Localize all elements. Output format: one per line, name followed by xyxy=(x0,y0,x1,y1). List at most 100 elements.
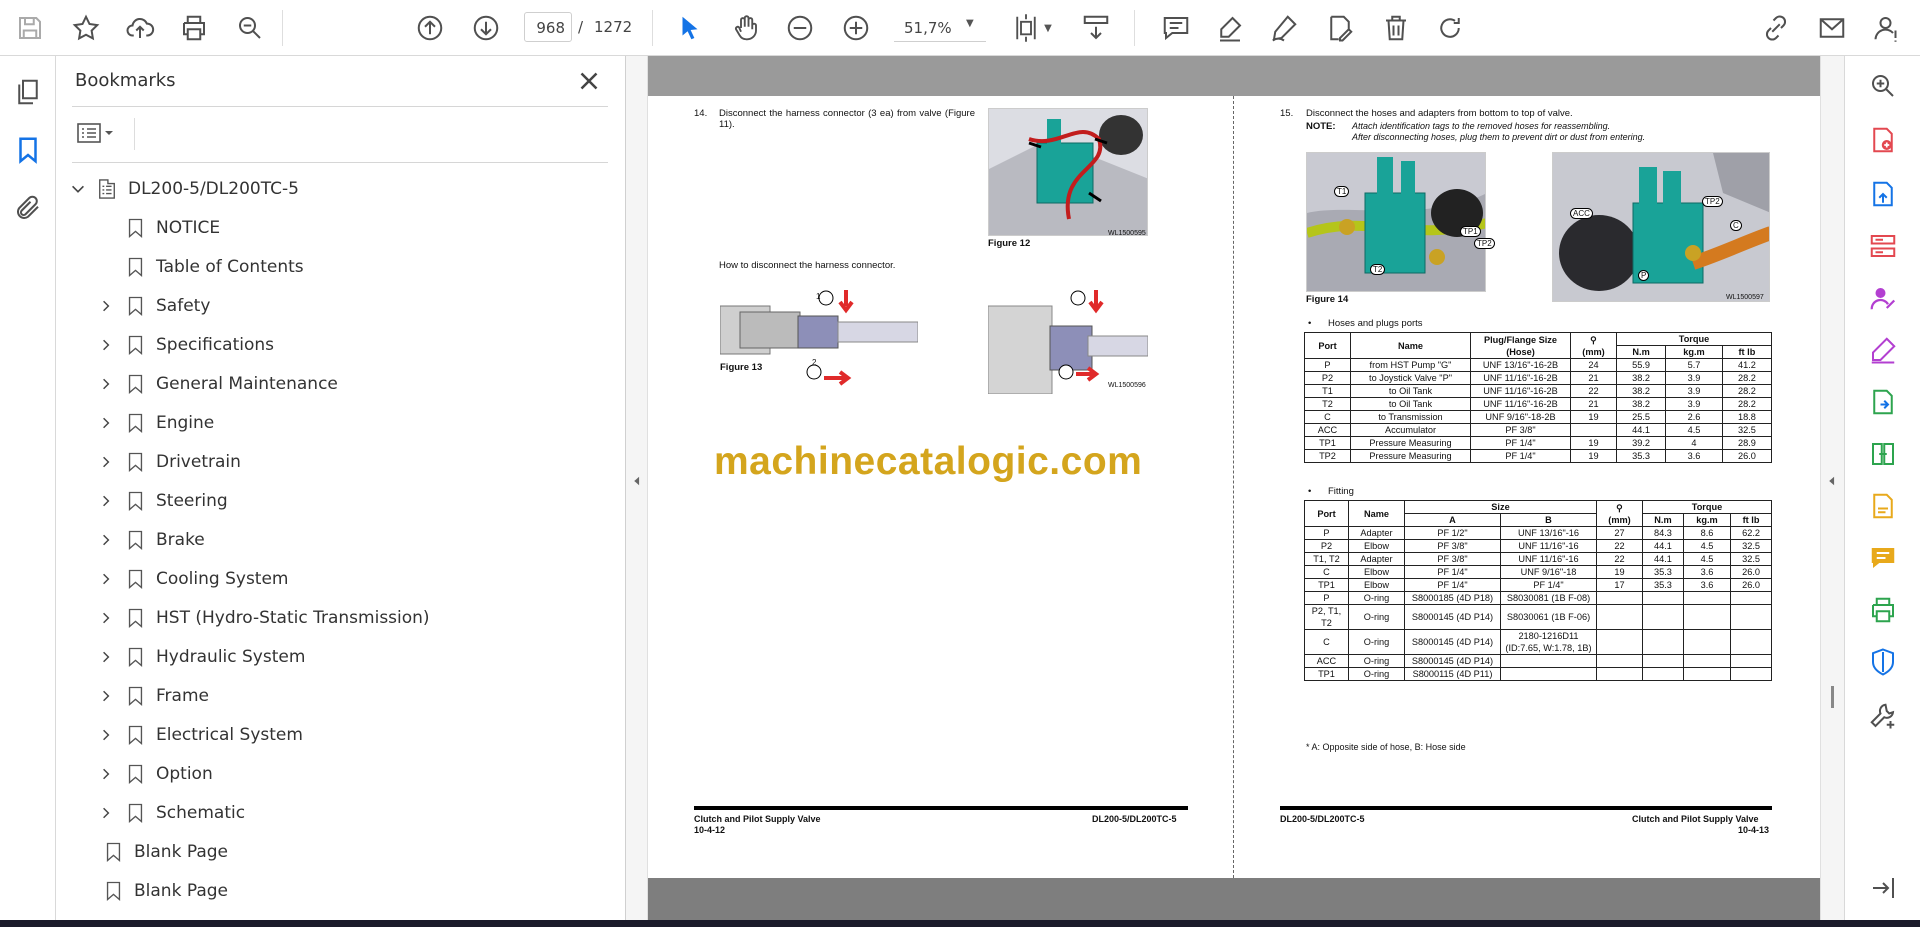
request-signature-icon[interactable] xyxy=(1863,278,1903,318)
account-user-icon[interactable] xyxy=(1868,8,1908,48)
zoom-search-icon[interactable] xyxy=(1863,66,1903,106)
chevron-right-icon[interactable] xyxy=(96,608,116,628)
export-pdf-icon[interactable] xyxy=(1863,174,1903,214)
chevron-right-icon[interactable] xyxy=(96,374,116,394)
collapse-tools-icon[interactable] xyxy=(1863,868,1903,908)
chevron-right-icon[interactable] xyxy=(96,647,116,667)
comment-tool-icon[interactable] xyxy=(1863,538,1903,578)
comment-icon[interactable] xyxy=(1156,8,1196,48)
chevron-down-icon[interactable]: ▼ xyxy=(966,18,974,29)
zoom-in-icon[interactable] xyxy=(836,8,876,48)
bookmark-root[interactable]: DL200-5/DL200TC-5 xyxy=(68,174,299,204)
chevron-right-icon[interactable] xyxy=(96,803,116,823)
bookmark-item[interactable]: Drivetrain xyxy=(96,447,241,477)
bookmark-item-label: NOTICE xyxy=(156,218,221,238)
fit-dropdown-chevron-icon[interactable]: ▼ xyxy=(1036,8,1060,48)
select-cursor-icon[interactable] xyxy=(670,8,710,48)
chevron-right-icon[interactable] xyxy=(96,530,116,550)
bookmark-icon xyxy=(124,411,146,435)
redo-rotate-icon[interactable] xyxy=(1430,8,1470,48)
chevron-right-icon[interactable] xyxy=(96,725,116,745)
delete-trash-icon[interactable] xyxy=(1376,8,1416,48)
create-pdf-icon[interactable] xyxy=(1863,120,1903,160)
bookmark-options-button[interactable] xyxy=(74,118,120,148)
fill-sign-icon[interactable] xyxy=(1863,330,1903,370)
bookmark-item[interactable]: Hydraulic System xyxy=(96,642,305,672)
share-link-icon[interactable] xyxy=(1756,8,1796,48)
bookmark-item[interactable]: Engine xyxy=(96,408,214,438)
mail-icon[interactable] xyxy=(1812,8,1852,48)
attachment-icon[interactable] xyxy=(8,188,48,228)
chevron-right-icon[interactable] xyxy=(96,452,116,472)
label-t1: T1 xyxy=(1334,186,1350,197)
chevron-right-icon[interactable] xyxy=(96,569,116,589)
table-cell: 44.1 xyxy=(1642,552,1684,566)
chevron-down-icon[interactable] xyxy=(68,179,88,199)
bookmark-item[interactable]: Table of Contents xyxy=(96,252,304,282)
table-cell: 22 xyxy=(1596,552,1643,566)
upload-cloud-icon[interactable] xyxy=(120,8,160,48)
table-cell: S8000145 (4D P14) xyxy=(1404,629,1501,655)
scroll-mode-icon[interactable] xyxy=(1076,8,1116,48)
wrench-icon: ⚲ xyxy=(1590,334,1597,345)
page-up-icon[interactable] xyxy=(410,8,450,48)
bookmark-item-label: Blank Page xyxy=(134,881,228,901)
chevron-right-icon[interactable] xyxy=(96,764,116,784)
organize-pages-icon[interactable] xyxy=(1863,226,1903,266)
page-number-input[interactable]: 968 xyxy=(524,12,572,42)
collapse-left-panel-handle[interactable] xyxy=(626,56,648,920)
bookmark-item[interactable]: Schematic xyxy=(96,798,245,828)
send-for-review-icon[interactable] xyxy=(1863,382,1903,422)
print-icon[interactable] xyxy=(174,8,214,48)
save-icon[interactable] xyxy=(10,8,50,48)
document-viewer[interactable]: 14. Disconnect the harness connector (3 … xyxy=(648,56,1820,920)
table-cell: S8000185 (4D P18) xyxy=(1404,591,1501,605)
bookmark-item[interactable]: Blank Page xyxy=(102,876,228,906)
page-down-icon[interactable] xyxy=(466,8,506,48)
bookmark-item[interactable]: Option xyxy=(96,759,213,789)
search-zoom-icon[interactable] xyxy=(230,8,270,48)
chevron-right-icon[interactable] xyxy=(96,686,116,706)
hand-tool-icon[interactable] xyxy=(726,8,766,48)
figure-13-caption: Figure 13 xyxy=(720,362,763,373)
chevron-right-icon[interactable] xyxy=(96,296,116,316)
col-plug-size: Plug/Flange Size (Hose) xyxy=(1470,332,1571,359)
table-cell: TP1 xyxy=(1304,667,1349,681)
bookmark-item[interactable]: NOTICE xyxy=(96,213,220,243)
close-icon[interactable] xyxy=(574,66,604,96)
table-cell xyxy=(1730,591,1772,605)
protect-shield-icon[interactable] xyxy=(1863,642,1903,682)
page-thumbnails-icon[interactable] xyxy=(8,72,48,112)
chevron-right-icon[interactable] xyxy=(96,335,116,355)
chevron-right-icon[interactable] xyxy=(96,413,116,433)
bookmark-item[interactable]: Cooling System xyxy=(96,564,288,594)
page-total: 1272 xyxy=(594,18,633,36)
bookmark-panel-icon[interactable] xyxy=(8,130,48,170)
table-cell: 35.3 xyxy=(1615,449,1667,463)
edit-text-icon[interactable] xyxy=(1320,8,1360,48)
zoom-out-icon[interactable] xyxy=(780,8,820,48)
highlight-pen-icon[interactable] xyxy=(1210,8,1250,48)
bookmark-item[interactable]: HST (Hydro-Static Transmission) xyxy=(96,603,430,633)
collapse-right-panel-handle[interactable] xyxy=(1820,56,1844,920)
bookmark-item[interactable]: Brake xyxy=(96,525,205,555)
table-cell: Adapter xyxy=(1348,552,1405,566)
chevron-right-icon[interactable] xyxy=(96,491,116,511)
star-icon[interactable] xyxy=(66,8,106,48)
edit-pdf-icon[interactable] xyxy=(1863,486,1903,526)
table-cell: PF 1/4" xyxy=(1470,449,1571,463)
more-tools-icon[interactable] xyxy=(1863,696,1903,736)
bookmark-item[interactable]: Steering xyxy=(96,486,228,516)
bookmark-item[interactable]: Specifications xyxy=(96,330,274,360)
callout-1: 1 xyxy=(816,292,821,301)
bookmark-item[interactable]: Electrical System xyxy=(96,720,303,750)
bookmark-item-label: Safety xyxy=(156,296,211,316)
compare-files-icon[interactable] xyxy=(1863,434,1903,474)
bookmark-item[interactable]: Frame xyxy=(96,681,209,711)
bookmark-item[interactable]: Blank Page xyxy=(102,837,228,867)
draw-pen-icon[interactable] xyxy=(1264,8,1304,48)
bookmark-item[interactable]: Safety xyxy=(96,291,210,321)
scroll-thumb[interactable] xyxy=(1831,686,1834,708)
print-production-icon[interactable] xyxy=(1863,590,1903,630)
bookmark-item[interactable]: General Maintenance xyxy=(96,369,338,399)
